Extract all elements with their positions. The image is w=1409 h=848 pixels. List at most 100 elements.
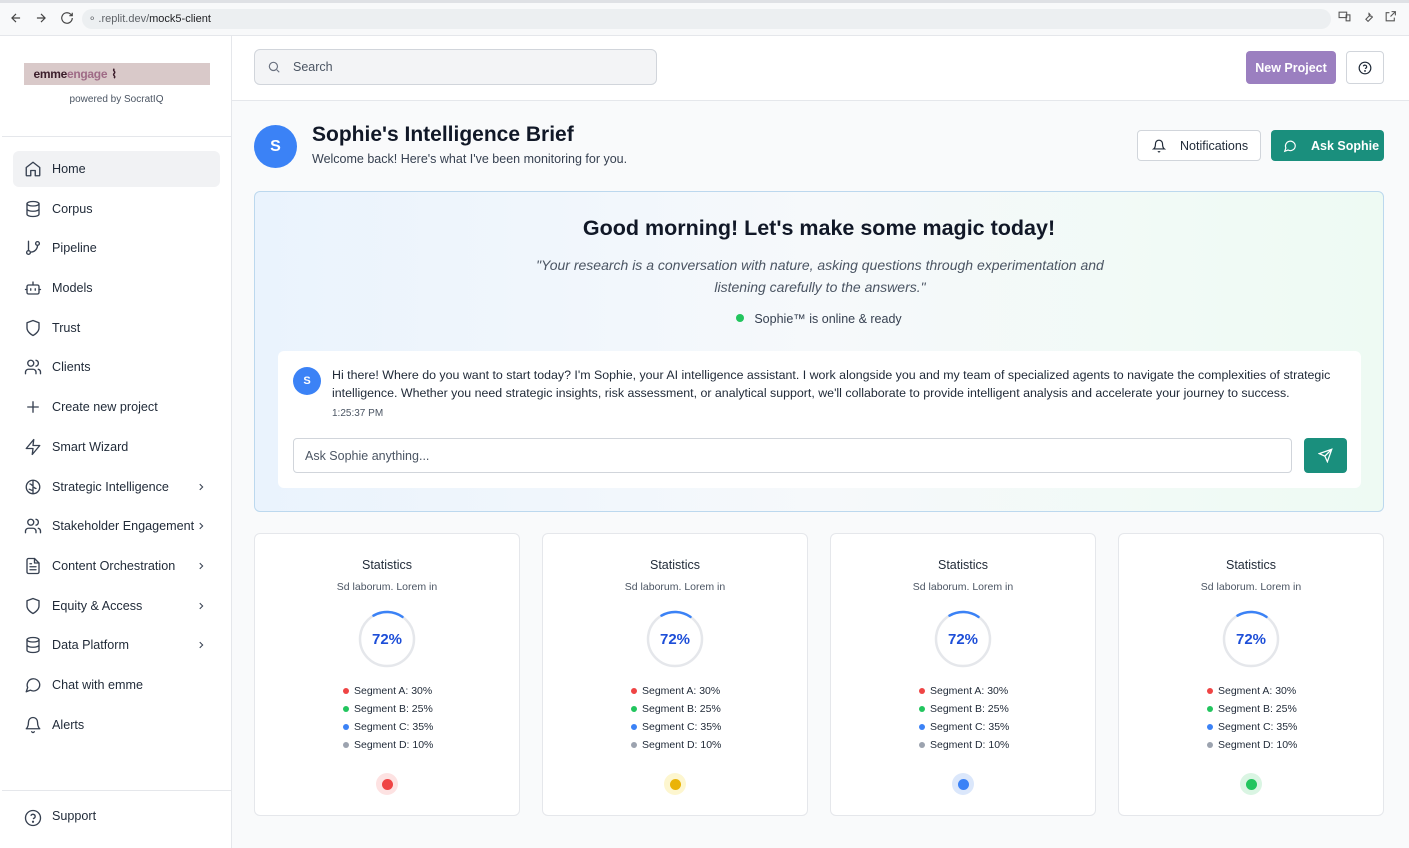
logo[interactable]: emme engage ⌇ — [23, 63, 210, 85]
devices-icon[interactable] — [1338, 10, 1351, 28]
search-icon — [268, 61, 280, 73]
legend-label: Segment C: 35% — [354, 721, 434, 733]
notifications-button[interactable]: Notifications — [1137, 130, 1261, 161]
status-indicator-icon — [952, 773, 974, 795]
plus-icon — [27, 401, 39, 414]
legend-item: Segment B: 25% — [919, 700, 1009, 718]
address-bar[interactable]: ⚬ .replit.dev/mock5-client — [82, 9, 1331, 29]
legend-dot-icon — [919, 706, 925, 712]
legend-label: Segment C: 35% — [642, 721, 722, 733]
sidebar-item-corpus[interactable]: Corpus — [13, 191, 220, 227]
card-title: Statistics — [361, 558, 412, 572]
sidebar-item-models[interactable]: Models — [13, 270, 220, 306]
site-info-icon[interactable]: ⚬ — [88, 14, 96, 25]
sidebar-item-label: Support — [52, 809, 97, 823]
send-button[interactable] — [1304, 438, 1347, 473]
users-icon — [24, 518, 42, 534]
statistics-card[interactable]: Statistics Sd laborum. Lorem in 72% Segment… — [830, 533, 1096, 816]
status-dot — [381, 778, 393, 790]
legend-item: Segment A: 30% — [1207, 682, 1297, 700]
sidebar-item-trust[interactable]: Trust — [13, 310, 220, 346]
sidebar-item-label: Alerts — [52, 717, 85, 732]
sidebar-item-alerts[interactable]: Alerts — [13, 707, 220, 743]
sidebar-item-label: Clients — [52, 360, 91, 375]
chat-panel: S Hi there! Where do you want to start t… — [278, 351, 1361, 488]
legend-label: Segment C: 35% — [930, 721, 1010, 733]
open-new-window-icon[interactable] — [1384, 10, 1397, 28]
legend-label: Segment A: 30% — [642, 685, 721, 697]
wrench-icon[interactable] — [1361, 10, 1374, 28]
shield-icon — [26, 597, 40, 614]
chevron-right-icon — [199, 602, 204, 609]
file-text-icon — [26, 557, 40, 575]
card-title: Statistics — [1225, 558, 1276, 572]
sidebar-item-pipeline[interactable]: Pipeline — [13, 230, 220, 266]
top-bar: Search New Project — [232, 36, 1409, 101]
chat-input[interactable]: Ask Sophie anything... — [293, 438, 1292, 473]
card-title: Statistics — [937, 558, 988, 572]
legend-dot-icon — [631, 706, 637, 712]
status-indicator-icon — [1240, 773, 1262, 795]
tab-strip — [0, 0, 1409, 3]
statistics-card[interactable]: Statistics Sd laborum. Lorem in 72% Segment… — [254, 533, 520, 816]
legend-label: Segment A: 30% — [930, 685, 1009, 697]
page-subtitle: Welcome back! Here's what I've been moni… — [312, 152, 628, 166]
status-dot — [957, 778, 969, 790]
sidebar-item-label: Pipeline — [52, 241, 97, 256]
legend-dot-icon — [1207, 706, 1213, 712]
url-prefix: .replit.dev/ — [98, 13, 150, 25]
status-dot — [1245, 778, 1257, 790]
bell-icon — [1152, 139, 1166, 152]
sidebar-item-label: Home — [52, 162, 86, 176]
reload-icon[interactable] — [58, 9, 76, 27]
sidebar-item-stakeholder-engagement[interactable]: Stakeholder Engagement — [13, 508, 220, 544]
status-dot — [669, 778, 681, 790]
chat-input-placeholder: Ask Sophie anything... — [305, 448, 430, 463]
legend-label: Segment D: 10% — [354, 739, 434, 751]
legend-item: Segment A: 30% — [343, 682, 433, 700]
legend-dot-icon — [343, 706, 349, 712]
card-subtitle: Sd laborum. Lorem in — [912, 581, 1014, 593]
legend-item: Segment B: 25% — [1207, 700, 1297, 718]
users-icon — [24, 360, 42, 375]
home-icon — [25, 161, 41, 177]
sidebar-item-support[interactable]: Support — [2, 790, 231, 848]
back-icon[interactable] — [7, 9, 25, 27]
legend-dot-icon — [919, 688, 925, 694]
sidebar-nav: Home Corpus Pipeline Models Trust Clients Crea… — [2, 137, 231, 743]
quote: "Your research is a conversation with na… — [536, 257, 1104, 295]
sidebar-item-label: Stakeholder Engagement — [52, 519, 195, 534]
help-button[interactable] — [1346, 51, 1384, 84]
legend-dot-icon — [1207, 742, 1213, 748]
sidebar-item-strategic-intelligence[interactable]: Strategic Intelligence — [13, 469, 220, 505]
logo-text-emme: emme — [33, 67, 68, 81]
forward-icon[interactable] — [32, 9, 50, 27]
chevron-right-icon — [199, 562, 204, 570]
status-indicator: Sophie™ is online & ready — [255, 312, 1383, 326]
sidebar-item-smart-wizard[interactable]: Smart Wizard — [13, 429, 220, 465]
segment-legend: Segment A: 30% Segment B: 25% Segment C: 3… — [919, 682, 1009, 754]
welcome-panel: Good morning! Let's make some magic toda… — [254, 191, 1384, 512]
assistant-avatar: S — [293, 367, 321, 395]
statistics-cards: Statistics Sd laborum. Lorem in 72% Segment… — [254, 533, 1384, 816]
sidebar-item-equity-access[interactable]: Equity & Access — [13, 588, 220, 624]
assistant-message: Hi there! Where do you want to start tod… — [332, 368, 1331, 400]
sidebar-item-chat-with-emme[interactable]: Chat with emme — [13, 667, 220, 703]
statistics-card[interactable]: Statistics Sd laborum. Lorem in 72% Segment… — [1118, 533, 1384, 816]
statistics-card[interactable]: Statistics Sd laborum. Lorem in 72% Segment… — [542, 533, 808, 816]
sidebar-item-home[interactable]: Home — [13, 151, 220, 187]
new-project-button[interactable]: New Project — [1246, 51, 1336, 84]
progress-value: 72% — [371, 630, 403, 648]
status-indicator-icon — [376, 773, 398, 795]
sidebar-item-label: Trust — [52, 320, 81, 335]
legend-item: Segment C: 35% — [343, 718, 433, 736]
powered-by: powered by SocratIQ — [69, 94, 164, 105]
sidebar-item-data-platform[interactable]: Data Platform — [13, 627, 220, 663]
sidebar-item-create-new-project[interactable]: Create new project — [13, 389, 220, 425]
search-input[interactable]: Search — [254, 49, 657, 85]
sidebar-item-clients[interactable]: Clients — [13, 349, 220, 385]
legend-label: Segment A: 30% — [354, 685, 433, 697]
chevron-right-icon — [199, 483, 204, 490]
ask-sophie-button[interactable]: Ask Sophie — [1271, 130, 1384, 161]
sidebar-item-content-orchestration[interactable]: Content Orchestration — [13, 548, 220, 584]
